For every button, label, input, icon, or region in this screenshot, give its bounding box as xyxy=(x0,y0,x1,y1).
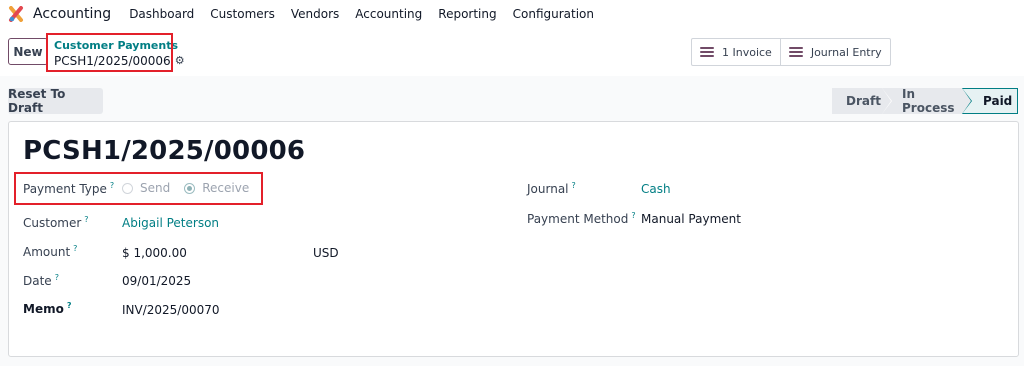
customer-label: Customer? xyxy=(23,215,89,230)
journal-value[interactable]: Cash xyxy=(641,182,671,196)
help-icon[interactable]: ? xyxy=(84,215,88,224)
journal-entry-smart-button[interactable]: Journal Entry xyxy=(779,39,890,65)
customer-value[interactable]: Abigail Peterson xyxy=(122,216,219,230)
amount-value: $ 1,000.00 xyxy=(122,246,187,260)
journal-label-text: Journal xyxy=(527,182,569,196)
nav-vendors[interactable]: Vendors xyxy=(283,7,347,21)
journal-label: Journal? xyxy=(527,181,576,196)
record-title: PCSH1/2025/00006 xyxy=(23,136,306,166)
list-icon xyxy=(788,45,803,59)
stage-in-process-label: In Process xyxy=(902,87,955,115)
app-name[interactable]: Accounting xyxy=(33,6,111,22)
nav-reporting[interactable]: Reporting xyxy=(430,7,504,21)
help-icon[interactable]: ? xyxy=(631,211,635,220)
control-panel: New Customer Payments PCSH1/2025/00006 ⚙… xyxy=(0,28,1024,76)
stage-draft-label: Draft xyxy=(846,94,881,108)
new-button[interactable]: New xyxy=(8,38,48,65)
payment-method-value: Manual Payment xyxy=(641,212,741,226)
odoo-accounting-logo-icon[interactable] xyxy=(8,6,24,22)
nav-configuration[interactable]: Configuration xyxy=(505,7,602,21)
help-icon[interactable]: ? xyxy=(73,244,77,253)
nav-dashboard[interactable]: Dashboard xyxy=(121,7,202,21)
reset-to-draft-button[interactable]: Reset To Draft xyxy=(8,87,103,115)
stage-in-process[interactable]: In Process xyxy=(882,87,972,115)
invoice-smart-button[interactable]: 1 Invoice xyxy=(692,39,780,65)
date-value: 09/01/2025 xyxy=(122,274,192,288)
status-stages: Draft In Process Paid xyxy=(832,87,1018,115)
currency-value: USD xyxy=(313,246,339,260)
gear-icon[interactable]: ⚙ xyxy=(175,53,185,69)
form-sheet: PCSH1/2025/00006 Payment Type? Send Rece… xyxy=(8,121,1019,357)
date-label: Date? xyxy=(23,273,59,288)
memo-label: Memo? xyxy=(23,301,71,316)
date-label-text: Date xyxy=(23,274,52,288)
invoice-smart-button-label: 1 Invoice xyxy=(722,45,772,59)
smart-buttons: 1 Invoice Journal Entry xyxy=(691,38,891,66)
memo-value: INV/2025/00070 xyxy=(122,303,220,317)
list-icon xyxy=(700,45,714,59)
payment-type-highlight-box xyxy=(14,172,263,205)
help-icon[interactable]: ? xyxy=(572,181,576,190)
amount-label: Amount? xyxy=(23,244,77,259)
amount-label-text: Amount xyxy=(23,245,71,259)
status-bar: Reset To Draft Draft In Process Paid xyxy=(0,76,1024,121)
journal-entry-smart-button-label: Journal Entry xyxy=(810,45,882,59)
memo-label-text: Memo xyxy=(23,302,64,316)
stage-paid-label: Paid xyxy=(983,94,1013,108)
top-navbar: Accounting Dashboard Customers Vendors A… xyxy=(0,0,1024,28)
payment-method-label: Payment Method? xyxy=(527,211,636,226)
help-icon[interactable]: ? xyxy=(55,273,59,282)
nav-customers[interactable]: Customers xyxy=(202,7,283,21)
nav-accounting[interactable]: Accounting xyxy=(347,7,430,21)
breadcrumb-highlight-box xyxy=(46,33,173,72)
payment-method-label-text: Payment Method xyxy=(527,212,629,226)
customer-label-text: Customer xyxy=(23,216,82,230)
help-icon[interactable]: ? xyxy=(67,301,72,310)
stage-draft[interactable]: Draft xyxy=(832,88,892,114)
